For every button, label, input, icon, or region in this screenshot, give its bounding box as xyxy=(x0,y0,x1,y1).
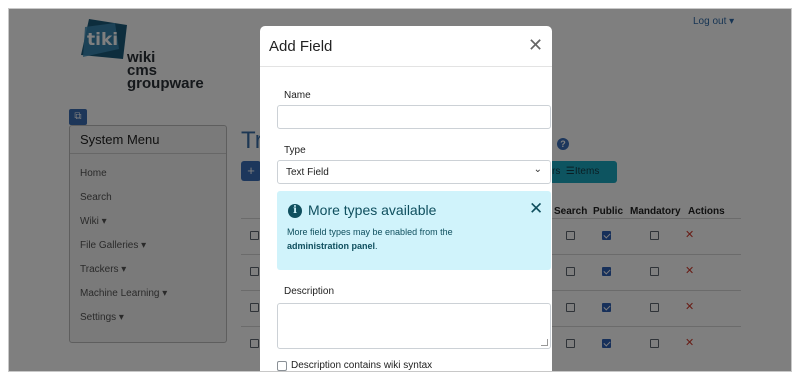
administration-panel-link[interactable]: administration panel xyxy=(287,241,375,251)
info-icon: i xyxy=(288,204,302,218)
app-window: tiki wiki cms groupware Log out ▾ ⧉ Syst… xyxy=(8,8,792,372)
chevron-down-icon: ⌄ xyxy=(533,164,542,175)
description-textarea[interactable] xyxy=(277,303,551,349)
alert-body: More field types may be enabled from the… xyxy=(287,225,537,253)
name-label: Name xyxy=(284,90,311,101)
modal-header: Add Field ✕ xyxy=(260,26,552,67)
more-types-alert: i More types available ✕ More field type… xyxy=(277,191,551,270)
resize-handle-icon[interactable] xyxy=(541,339,548,346)
type-label: Type xyxy=(284,145,306,156)
description-label: Description xyxy=(284,286,335,297)
alert-text: More field types may be enabled from the xyxy=(287,227,453,237)
modal-title: Add Field xyxy=(269,38,333,55)
alert-close-icon[interactable]: ✕ xyxy=(529,199,543,219)
add-field-modal: Add Field ✕ Name Type Text Field ⌄ i Mor… xyxy=(260,26,552,371)
alert-title: More types available xyxy=(308,202,437,218)
alert-text-suffix: . xyxy=(375,241,378,251)
wiki-syntax-checkbox[interactable] xyxy=(277,361,287,371)
type-select[interactable]: Text Field ⌄ xyxy=(277,160,551,184)
wiki-syntax-label: Description contains wiki syntax xyxy=(291,360,433,371)
type-select-value: Text Field xyxy=(286,167,329,178)
name-input[interactable] xyxy=(277,105,551,129)
close-icon[interactable]: ✕ xyxy=(528,35,543,55)
